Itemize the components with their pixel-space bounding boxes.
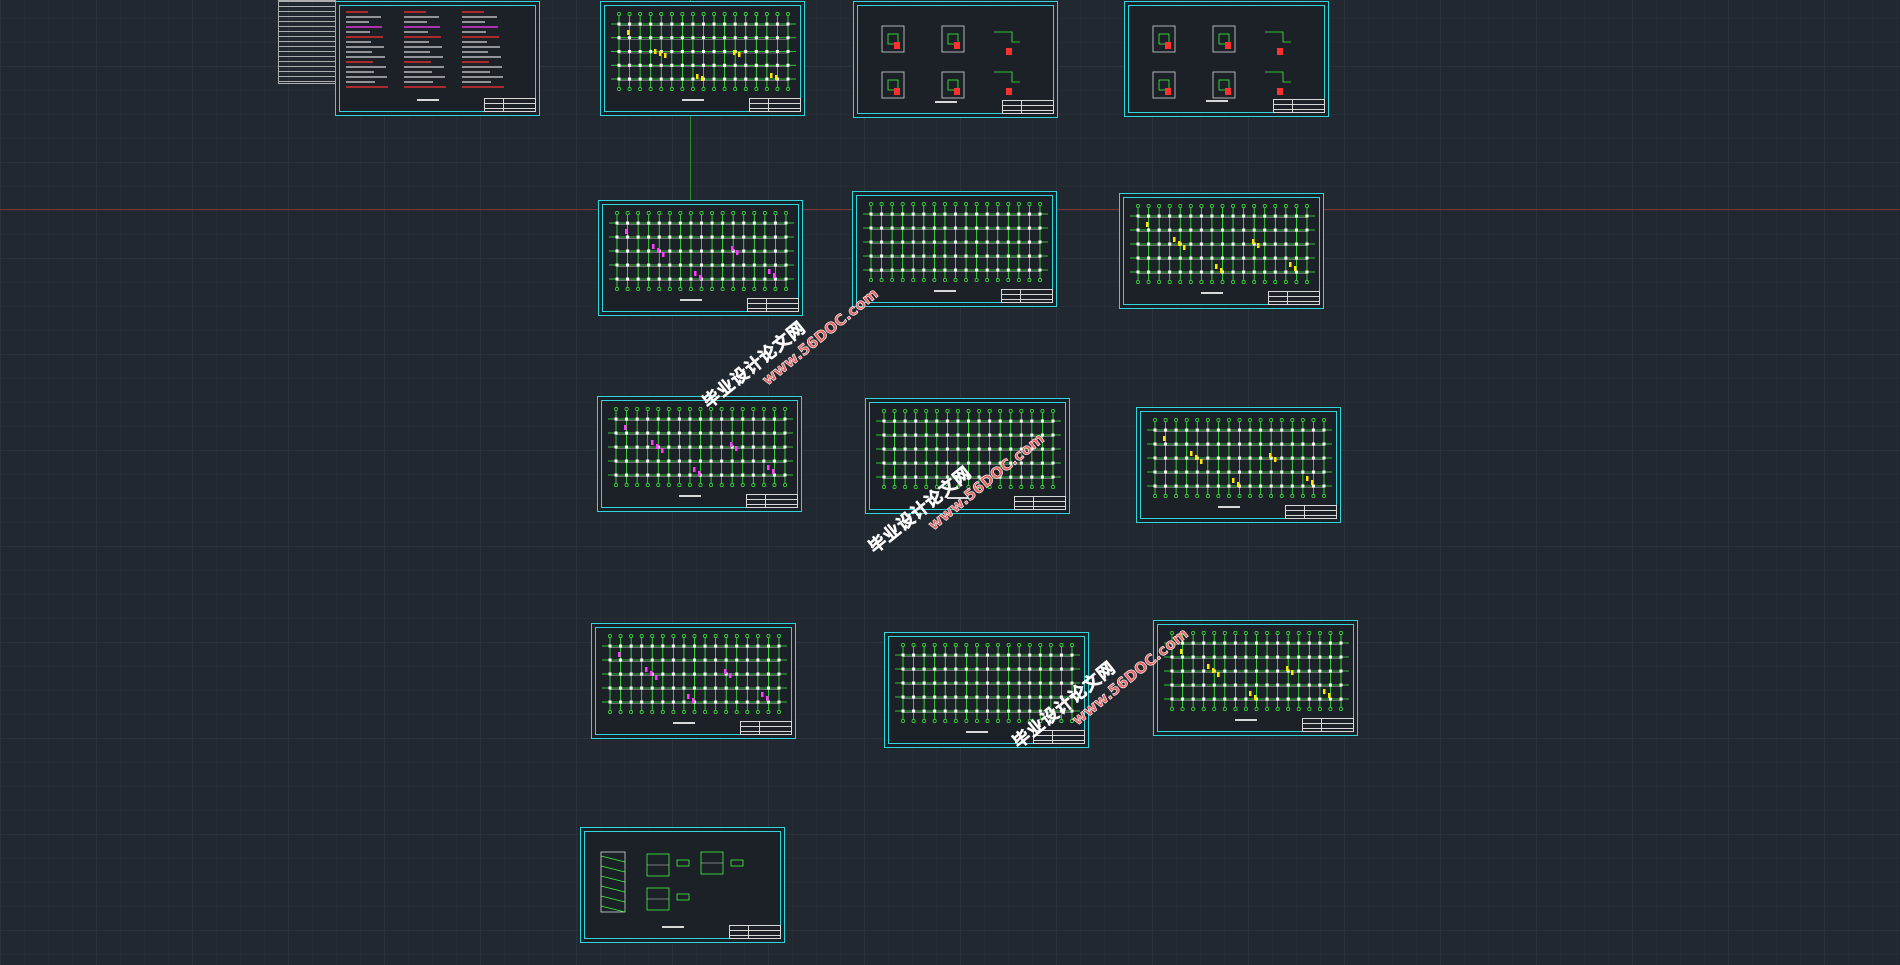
drawing-caption — [417, 99, 440, 101]
title-block — [1302, 718, 1354, 732]
drawing-caption — [1218, 506, 1241, 508]
drawing-caption — [680, 299, 703, 301]
title-block — [1002, 100, 1054, 114]
sheet-foundation-details-2[interactable] — [1124, 1, 1329, 117]
sheet-floor-plan-r4c3[interactable] — [1153, 620, 1358, 736]
drawing-caption — [934, 290, 957, 292]
title-block — [1033, 730, 1085, 744]
sheet-floor-plan-r3c3[interactable] — [1136, 407, 1341, 523]
title-block — [484, 98, 536, 112]
title-block — [1014, 496, 1066, 510]
title-block — [1268, 291, 1320, 305]
title-block — [746, 494, 798, 508]
drawing-caption — [935, 101, 958, 103]
sheet-floor-plan-r2c3[interactable] — [1119, 193, 1324, 309]
title-block — [1001, 289, 1053, 303]
drawing-caption — [682, 99, 705, 101]
sheet-foundation-plan[interactable] — [600, 1, 805, 116]
drawing-caption — [673, 722, 696, 724]
title-block — [747, 298, 799, 312]
sheet-floor-plan-r3c2[interactable] — [865, 398, 1070, 514]
drawing-list-table — [278, 0, 336, 84]
sheet-stair-details[interactable] — [580, 827, 785, 943]
drawing-caption — [662, 926, 685, 928]
title-block — [1285, 505, 1337, 519]
drawing-caption — [679, 495, 702, 497]
drawing-caption — [1235, 719, 1258, 721]
sheet-floor-plan-r3c1[interactable] — [597, 396, 802, 512]
title-block — [1273, 99, 1325, 113]
drawing-caption — [1201, 292, 1224, 294]
drawing-caption — [1206, 100, 1229, 102]
model-space-canvas[interactable]: 毕业设计论文网 www.56DOC.com 毕业设计论文网 www.56DOC.… — [0, 0, 1900, 965]
title-block — [729, 925, 781, 939]
sheet-floor-plan-r4c1[interactable] — [591, 623, 796, 739]
title-block — [749, 98, 801, 112]
drawing-caption — [947, 497, 970, 499]
sheet-foundation-details-1[interactable] — [853, 1, 1058, 118]
drawing-caption — [966, 731, 989, 733]
sheet-design-notes[interactable] — [335, 1, 540, 116]
sheet-floor-plan-r4c2[interactable] — [884, 632, 1089, 748]
sheet-floor-plan-r2c1[interactable] — [598, 200, 803, 316]
title-block — [740, 721, 792, 735]
sheet-floor-plan-r2c2[interactable] — [852, 191, 1057, 307]
